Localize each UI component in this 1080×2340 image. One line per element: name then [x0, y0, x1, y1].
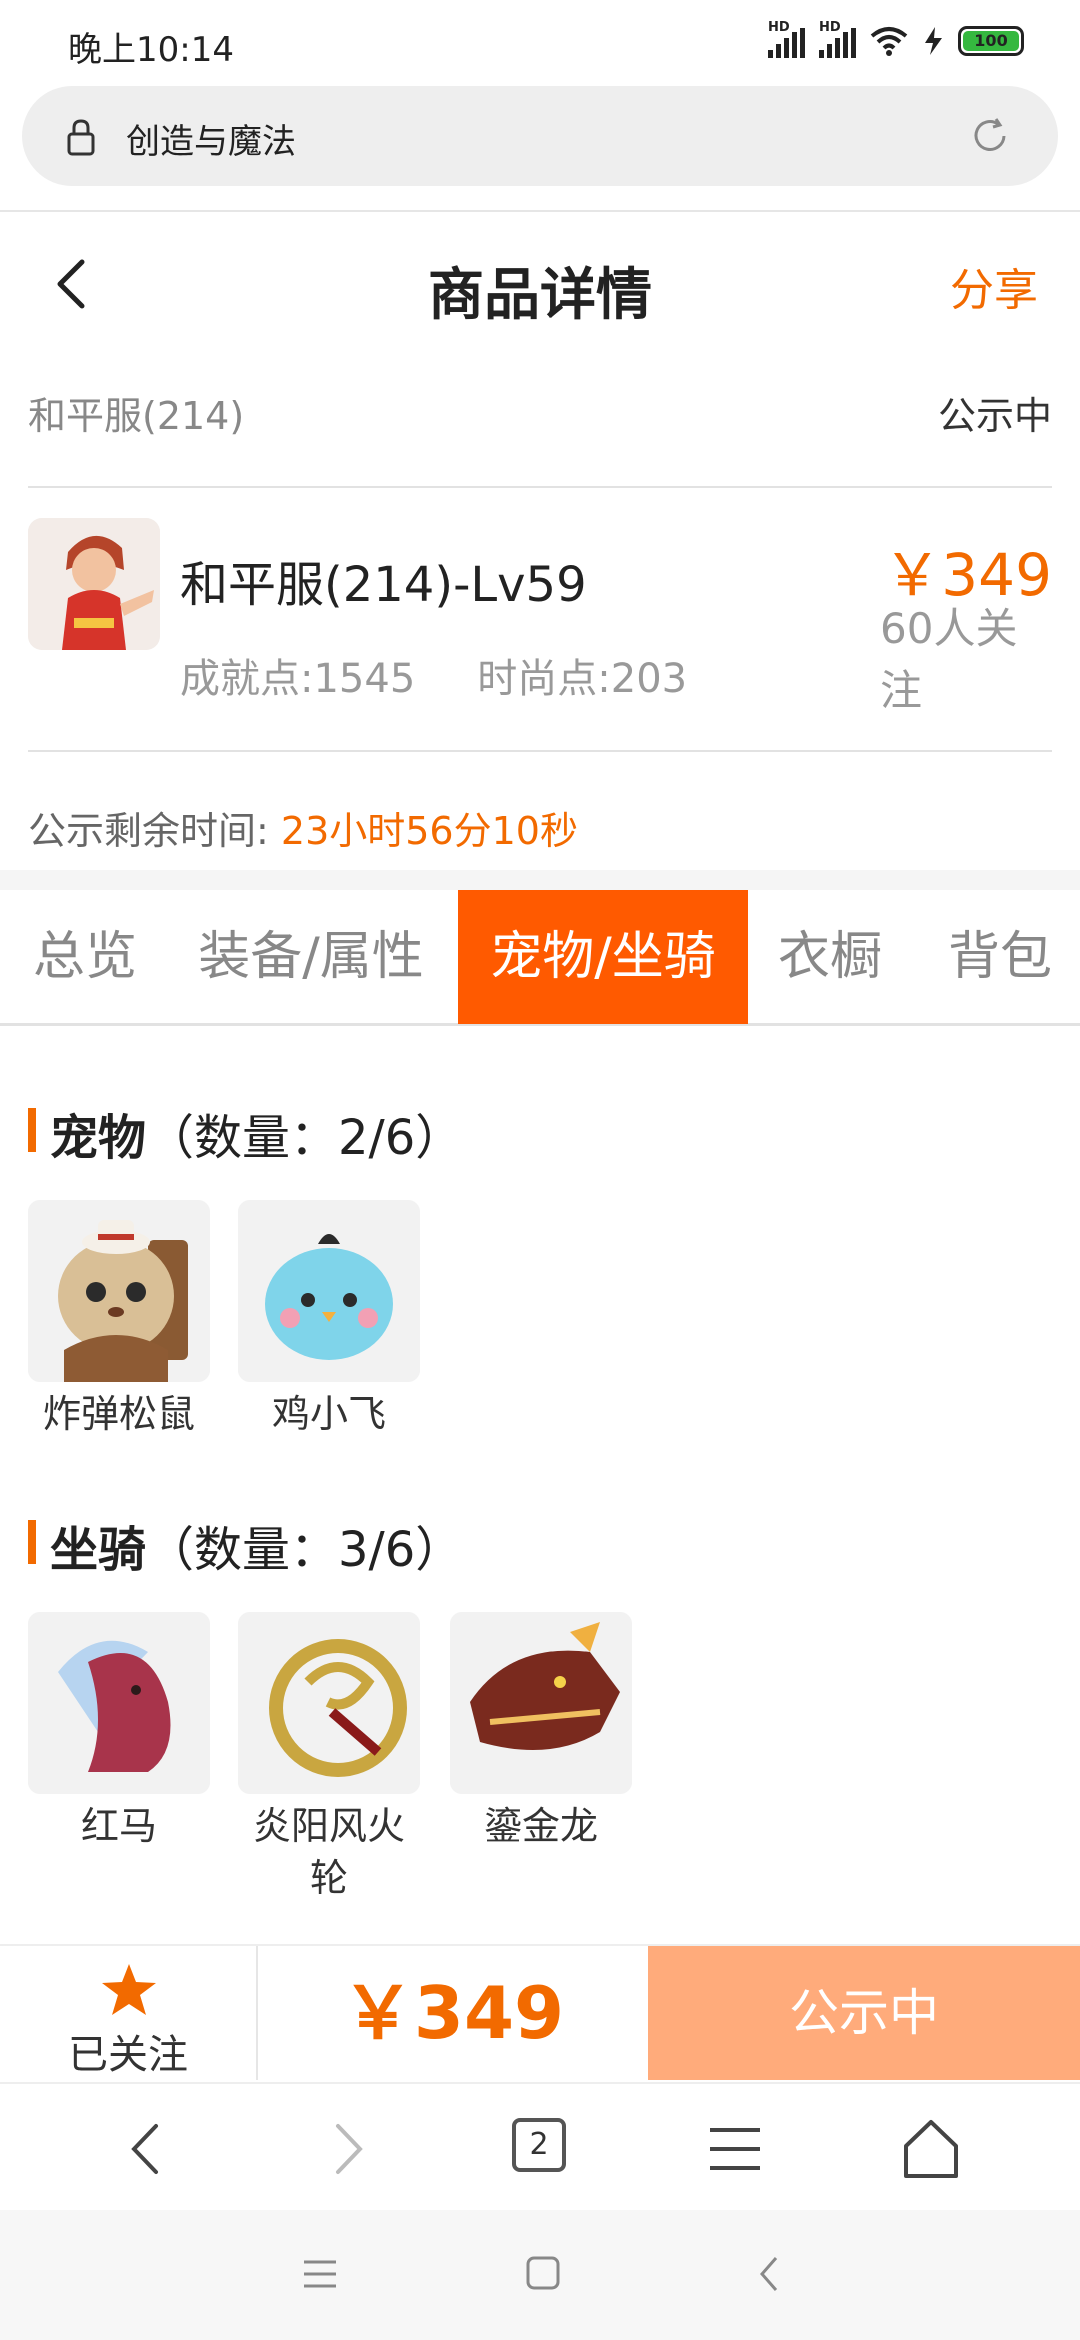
item-stats: 成就点:1545 时尚点:203 [180, 646, 687, 704]
item-name: 和平服(214)-Lv59 [180, 557, 587, 613]
follower-count: 60人关注 [880, 604, 1018, 715]
url-bar[interactable]: 创造与魔法 [22, 86, 1058, 186]
mount-thumbnail [238, 1612, 420, 1794]
pets-heading: 宠物 [50, 1110, 147, 1166]
pets-section-title: 宠物（数量：2/6） [28, 1098, 463, 1168]
fashion-points: 时尚点:203 [477, 656, 688, 702]
tab-backpack[interactable]: 背包 [930, 890, 1070, 1024]
status-button[interactable]: 公示中 [648, 1946, 1080, 2080]
forward-icon[interactable] [310, 2114, 380, 2184]
action-bar: 已关注 ￥349 公示中 [0, 1944, 1080, 2080]
mounts-section-title: 坐骑（数量：3/6） [28, 1510, 463, 1580]
server-row: 和平服(214) 公示中 [28, 385, 1052, 445]
bottom-price: ￥349 [341, 1971, 565, 2055]
charging-icon [925, 27, 942, 55]
star-icon [102, 1964, 156, 2015]
page-title: 商品详情 [428, 263, 652, 328]
listing-status: 公示中 [937, 394, 1052, 438]
pet-name: 炸弹松鼠 [42, 1392, 195, 1436]
pets-count: （数量：2/6） [146, 1110, 464, 1166]
server-name: 和平服(214) [28, 394, 245, 438]
divider [28, 750, 1052, 752]
pet-card[interactable]: 炸弹松鼠 [28, 1200, 210, 1440]
achievement-points: 成就点:1545 [180, 656, 416, 702]
tab-count-button[interactable]: 2 [512, 2118, 566, 2172]
mounts-heading: 坐骑 [50, 1522, 147, 1578]
share-button[interactable]: 分享 [950, 254, 1038, 318]
pet-card[interactable]: 鸡小飞 [238, 1200, 420, 1440]
status-bar: 晚上10:14 HD HD 100 [0, 0, 1080, 84]
system-nav-bar [0, 2210, 1080, 2340]
tab-bar: 总览 装备/属性 宠物/坐骑 衣橱 背包 [0, 890, 1080, 1026]
mount-card[interactable]: 鎏金龙 [450, 1612, 632, 1852]
home-icon[interactable] [896, 2114, 966, 2184]
page-header: 商品详情 分享 [0, 212, 1080, 352]
url-text[interactable]: 创造与魔法 [126, 114, 296, 163]
remaining-value: 23小时56分10秒 [280, 809, 578, 853]
wifi-icon [870, 27, 908, 56]
character-avatar [28, 518, 160, 650]
follow-button[interactable]: 已关注 [0, 1946, 258, 2080]
battery-level: 100 [963, 31, 1019, 51]
browser-nav-bar: 2 [0, 2082, 1080, 2210]
back-icon[interactable] [114, 2114, 184, 2184]
mount-thumbnail [28, 1612, 210, 1794]
recents-icon[interactable] [300, 2256, 340, 2292]
signal-icon: HD [768, 20, 805, 58]
mount-card[interactable]: 炎阳风火轮 [238, 1612, 420, 1904]
lock-icon [67, 119, 95, 156]
battery-icon: 100 [958, 26, 1024, 56]
remaining-time: 公示剩余时间: 23小时56分10秒 [28, 800, 578, 855]
status-time: 晚上10:14 [68, 30, 234, 70]
mount-name: 鎏金龙 [483, 1804, 598, 1848]
tab-equipment[interactable]: 装备/属性 [176, 890, 446, 1024]
remaining-label: 公示剩余时间: [28, 809, 269, 853]
menu-icon[interactable] [700, 2114, 770, 2184]
tab-pets-mounts[interactable]: 宠物/坐骑 [458, 890, 748, 1024]
hd-label: HD [768, 20, 790, 35]
reload-icon[interactable] [970, 116, 1010, 156]
pet-thumbnail [238, 1200, 420, 1382]
pet-thumbnail [28, 1200, 210, 1382]
mounts-count: （数量：3/6） [146, 1522, 464, 1578]
home-square-icon[interactable] [524, 2254, 562, 2292]
mount-card[interactable]: 红马 [28, 1612, 210, 1852]
section-gap [0, 870, 1080, 890]
hd-label: HD [819, 20, 841, 35]
mount-thumbnail [450, 1612, 632, 1794]
follow-label: 已关注 [68, 2032, 188, 2078]
pet-name: 鸡小飞 [271, 1392, 386, 1436]
signal-icon: HD [819, 20, 856, 58]
mount-name: 炎阳风火轮 [252, 1804, 405, 1900]
mount-name: 红马 [80, 1804, 157, 1848]
tab-wardrobe[interactable]: 衣橱 [760, 890, 900, 1024]
status-icons: HD HD 100 [768, 20, 1024, 58]
system-back-icon[interactable] [754, 2254, 784, 2294]
divider [28, 486, 1052, 488]
tab-overview[interactable]: 总览 [0, 890, 170, 1024]
